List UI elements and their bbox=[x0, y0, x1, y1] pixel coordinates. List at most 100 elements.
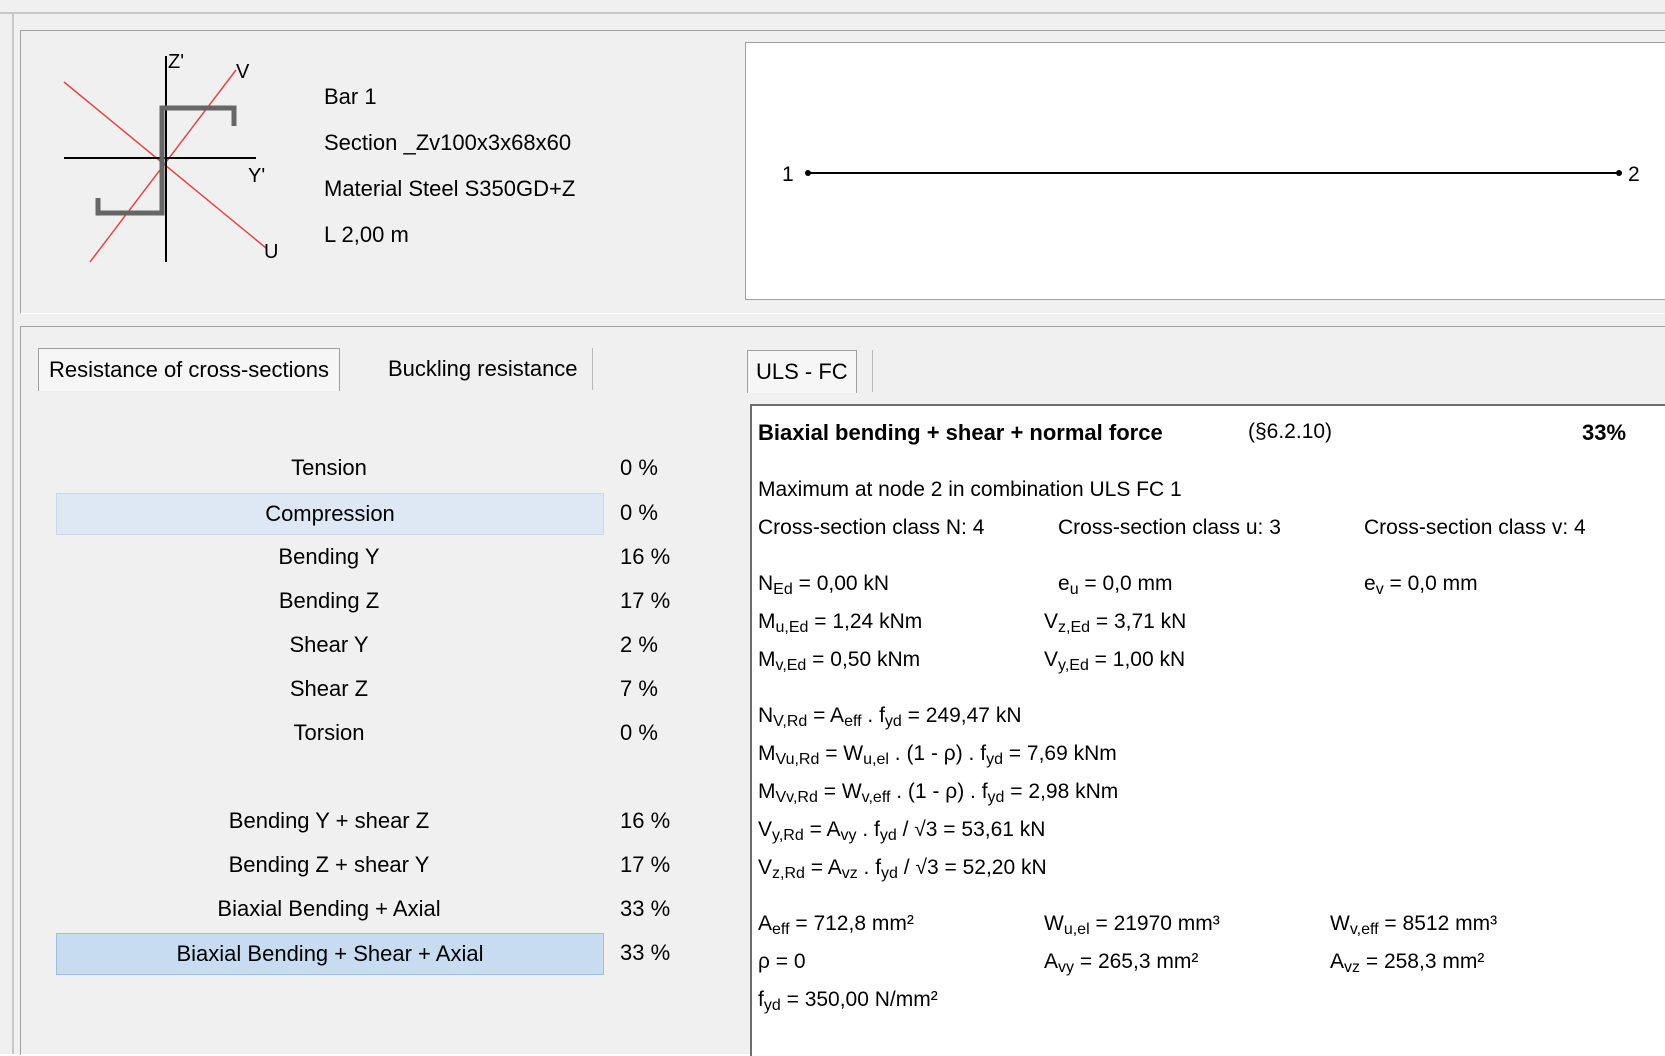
vy-ed-value: 1,00 kN bbox=[1112, 648, 1186, 671]
e-u: eu = 0,0 mm bbox=[1058, 572, 1173, 598]
a-eff: Aeff = 712,8 mm² bbox=[758, 912, 914, 938]
check-value: 16 % bbox=[620, 808, 671, 833]
check-value: 17 % bbox=[620, 588, 671, 613]
check-torsion[interactable]: Torsion 0 % bbox=[52, 713, 692, 753]
tab-buckling-resistance[interactable]: Buckling resistance bbox=[374, 348, 593, 390]
bar-material: Material Steel S350GD+Z bbox=[324, 176, 576, 201]
mvu-rd-value: 7,69 kNm bbox=[1026, 742, 1117, 765]
f-yd: fyd = 350,00 N/mm² bbox=[758, 988, 938, 1014]
check-biaxial-bending-shear-axial[interactable]: Biaxial Bending + Shear + Axial 33 % bbox=[52, 933, 692, 975]
class-n: Cross-section class N: 4 bbox=[758, 516, 985, 539]
window-divider bbox=[0, 12, 1665, 14]
a-vz-value: 258,3 mm² bbox=[1383, 950, 1485, 973]
rho: ρ = 0 bbox=[758, 950, 806, 973]
w-u-el: Wu,el = 21970 mm³ bbox=[1044, 912, 1220, 938]
check-label: Shear Y bbox=[289, 632, 369, 657]
detail-max-location: Maximum at node 2 in combination ULS FC … bbox=[758, 478, 1182, 501]
rho-value: 0 bbox=[793, 950, 806, 973]
bar-diagram: 1 2 bbox=[782, 163, 1640, 186]
tab-label: Resistance of cross-sections bbox=[49, 357, 329, 382]
node-end-label: 2 bbox=[1628, 163, 1640, 186]
detail-ratio: 33% bbox=[1582, 420, 1627, 445]
check-label: Torsion bbox=[293, 720, 365, 745]
cross-section-icon: Z' V Y' U bbox=[63, 51, 278, 263]
mvv-rd: MVv,Rd = Wv,eff . (1 - ρ) . fyd = 2,98 k… bbox=[758, 780, 1119, 806]
check-bending-y[interactable]: Bending Y 16 % bbox=[52, 537, 692, 577]
w-v-eff: Wv,eff = 8512 mm³ bbox=[1330, 912, 1498, 938]
check-value: 7 % bbox=[620, 676, 658, 701]
check-biaxial-bending-axial[interactable]: Biaxial Bending + Axial 33 % bbox=[52, 889, 692, 929]
check-bending-z-shear-y[interactable]: Bending Z + shear Y 17 % bbox=[52, 845, 692, 885]
check-compression[interactable]: Compression 0 % bbox=[52, 493, 692, 535]
check-tension[interactable]: Tension 0 % bbox=[52, 448, 692, 488]
e-u-value: 0,0 mm bbox=[1102, 572, 1173, 595]
tab-resistance-of-cross-sections[interactable]: Resistance of cross-sections bbox=[38, 348, 340, 391]
class-v: Cross-section class v: 4 bbox=[1364, 516, 1586, 539]
e-v-value: 0,0 mm bbox=[1407, 572, 1478, 595]
mvv-rd-value: 2,98 kNm bbox=[1028, 780, 1119, 803]
check-value: 33 % bbox=[620, 940, 671, 965]
check-value: 0 % bbox=[620, 455, 658, 480]
check-value: 2 % bbox=[620, 632, 658, 657]
tab-divider bbox=[872, 350, 873, 392]
check-label: Bending Y + shear Z bbox=[228, 808, 430, 833]
check-label: Shear Z bbox=[289, 676, 369, 701]
check-value: 0 % bbox=[620, 720, 658, 745]
detail-reference: (§6.2.10) bbox=[1248, 420, 1333, 443]
bar-name: Bar 1 bbox=[324, 84, 377, 109]
n-ed-value: 0,00 kN bbox=[816, 572, 890, 595]
e-v: ev = 0,0 mm bbox=[1364, 572, 1478, 598]
class-u: Cross-section class u: 3 bbox=[1058, 516, 1281, 539]
check-label: Bending Z + shear Y bbox=[228, 852, 430, 877]
check-detail-panel: Biaxial bending + shear + normal force (… bbox=[750, 404, 1665, 1056]
window-divider bbox=[12, 12, 14, 1054]
a-eff-value: 712,8 mm² bbox=[813, 912, 914, 935]
v-axis-label: V bbox=[236, 61, 250, 83]
z-axis-label: Z' bbox=[168, 51, 184, 73]
n-ed: NEd = 0,00 kN bbox=[758, 572, 890, 598]
check-bending-z[interactable]: Bending Z 17 % bbox=[52, 581, 692, 621]
a-vy: Avy = 265,3 mm² bbox=[1044, 950, 1199, 976]
mv-ed-value: 0,50 kNm bbox=[830, 648, 921, 671]
check-bending-y-shear-z[interactable]: Bending Y + shear Z 16 % bbox=[52, 801, 692, 841]
check-label: Bending Y bbox=[278, 544, 380, 569]
vz-ed: Vz,Ed = 3,71 kN bbox=[1044, 610, 1187, 636]
check-label: Tension bbox=[291, 455, 367, 480]
nv-rd: NV,Rd = Aeff . fyd = 249,47 kN bbox=[758, 704, 1022, 730]
mu-ed-value: 1,24 kNm bbox=[832, 610, 923, 633]
mu-ed: Mu,Ed = 1,24 kNm bbox=[758, 610, 923, 636]
bar-node-view: 1 2 bbox=[745, 42, 1665, 300]
tab-uls-fc[interactable]: ULS - FC bbox=[747, 350, 857, 393]
bar-properties: Bar 1 Section _Zv100x3x68x60 Material St… bbox=[324, 74, 575, 258]
check-shear-z[interactable]: Shear Z 7 % bbox=[52, 669, 692, 709]
check-shear-y[interactable]: Shear Y 2 % bbox=[52, 625, 692, 665]
vz-rd-value: 52,20 kN bbox=[962, 856, 1047, 879]
vy-ed: Vy,Ed = 1,00 kN bbox=[1044, 648, 1186, 674]
mv-ed: Mv,Ed = 0,50 kNm bbox=[758, 648, 921, 674]
check-label: Compression bbox=[56, 493, 604, 535]
a-vz: Avz = 258,3 mm² bbox=[1330, 950, 1485, 976]
w-v-eff-value: 8512 mm³ bbox=[1402, 912, 1498, 935]
check-label: Biaxial Bending + Axial bbox=[217, 896, 441, 921]
check-value: 17 % bbox=[620, 852, 671, 877]
w-u-el-value: 21970 mm³ bbox=[1113, 912, 1220, 935]
detail-title: Biaxial bending + shear + normal force bbox=[758, 420, 1163, 445]
bar-length: L 2,00 m bbox=[324, 222, 409, 247]
node-start-label: 1 bbox=[782, 163, 794, 186]
check-value: 0 % bbox=[620, 500, 658, 525]
vy-rd-value: 53,61 kN bbox=[961, 818, 1046, 841]
tab-label: ULS - FC bbox=[756, 359, 848, 384]
a-vy-value: 265,3 mm² bbox=[1097, 950, 1199, 973]
u-axis-label: U bbox=[264, 241, 278, 263]
check-value: 16 % bbox=[620, 544, 671, 569]
f-yd-value: 350,00 N/mm² bbox=[804, 988, 938, 1011]
check-value: 33 % bbox=[620, 896, 671, 921]
y-axis-label: Y' bbox=[248, 165, 265, 187]
check-label: Bending Z bbox=[278, 588, 380, 613]
vz-rd: Vz,Rd = Avz . fyd / √3 = 52,20 kN bbox=[758, 856, 1047, 882]
mvu-rd: MVu,Rd = Wu,el . (1 - ρ) . fyd = 7,69 kN… bbox=[758, 742, 1117, 768]
nv-rd-value: 249,47 kN bbox=[925, 704, 1022, 727]
check-label: Biaxial Bending + Shear + Axial bbox=[56, 933, 604, 975]
vz-ed-value: 3,71 kN bbox=[1113, 610, 1187, 633]
tab-label: Buckling resistance bbox=[388, 356, 578, 381]
